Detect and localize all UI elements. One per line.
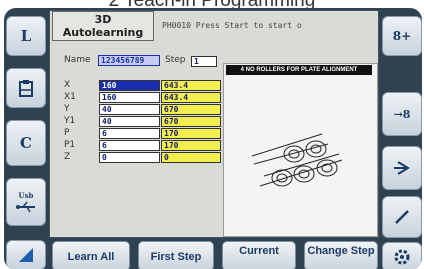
page-title: 3D Autolearning [52,11,154,41]
usb-button[interactable]: Usb [6,178,46,226]
hmi-screen: 3D Autolearning PH0010 Press Start to st… [49,10,379,238]
c-button[interactable]: C [6,120,46,166]
arrow-icon [19,248,33,262]
page-caption: 2 Teach-in Programming [0,0,424,8]
arrow-button[interactable] [6,240,46,269]
row-value-input[interactable]: 6 [99,140,160,151]
current-label: Current [239,245,279,257]
learn-all-label: Learn All [67,251,115,263]
row-learned-value: 0 [161,152,221,163]
row-value-input[interactable]: 40 [99,104,160,115]
row-value-input[interactable]: 160 [99,92,160,103]
hmi-device: L C Usb 8+ →8 3D Autolearning PH0010 Pre… [4,8,422,269]
row-label: X1 [64,92,76,102]
arrow-eight-button[interactable]: →8 [382,92,422,136]
illustration-panel [223,63,378,237]
step-input[interactable]: 1 [191,56,217,67]
row-learned-value: 670 [161,104,221,115]
row-value-input[interactable]: 160 [99,80,160,91]
name-label: Name [64,55,91,65]
title-line: 3D Autolearning [62,13,144,39]
status-message: PH0010 Press Start to start o [162,21,302,30]
row-learned-value: 170 [161,140,221,151]
l-label: L [20,27,32,45]
c-label: C [20,134,32,152]
row-value-input[interactable]: 0 [99,152,160,163]
row-learned-value: 643.4 [161,80,221,91]
pen-icon [395,210,409,224]
row-label: Y1 [64,116,76,126]
gear-button[interactable] [382,242,422,269]
l-button[interactable]: L [6,16,46,56]
row-learned-value: 170 [161,128,221,139]
arrow-eight-label: →8 [393,107,411,121]
row-value-input[interactable]: 6 [99,128,160,139]
change-step-label: Change Step [307,245,375,257]
pen-button[interactable] [382,196,422,238]
eight-plus-button[interactable]: 8+ [382,16,422,56]
row-label: P1 [64,140,76,150]
gear-icon [394,249,410,265]
first-step-label: First Step [150,251,202,263]
name-input[interactable]: 123456789 [98,55,160,66]
row-learned-value: 670 [161,116,221,127]
usb-icon [16,201,35,212]
row-label: P [64,128,70,138]
rollers-illustration [251,133,343,187]
exit-icon [394,161,410,175]
eight-plus-label: 8+ [392,29,412,43]
change-step-button[interactable]: Change Step [304,241,378,269]
row-learned-value: 643.4 [161,92,221,103]
row-label: X [64,80,71,90]
step-label: Step [165,55,186,65]
learn-all-button[interactable]: Learn All [52,241,130,269]
illustration-caption: 4 NO ROLLERS FOR PLATE ALIGNMENT [226,65,372,75]
exit-button[interactable] [382,146,422,190]
clipboard-icon [19,80,33,97]
usb-label: Usb [18,190,34,200]
row-label: Z [64,152,71,162]
clipboard-button[interactable] [6,68,46,108]
row-label: Y [64,104,70,114]
first-step-button[interactable]: First Step [138,241,214,269]
current-button[interactable]: Current [222,241,296,269]
row-value-input[interactable]: 40 [99,116,160,127]
